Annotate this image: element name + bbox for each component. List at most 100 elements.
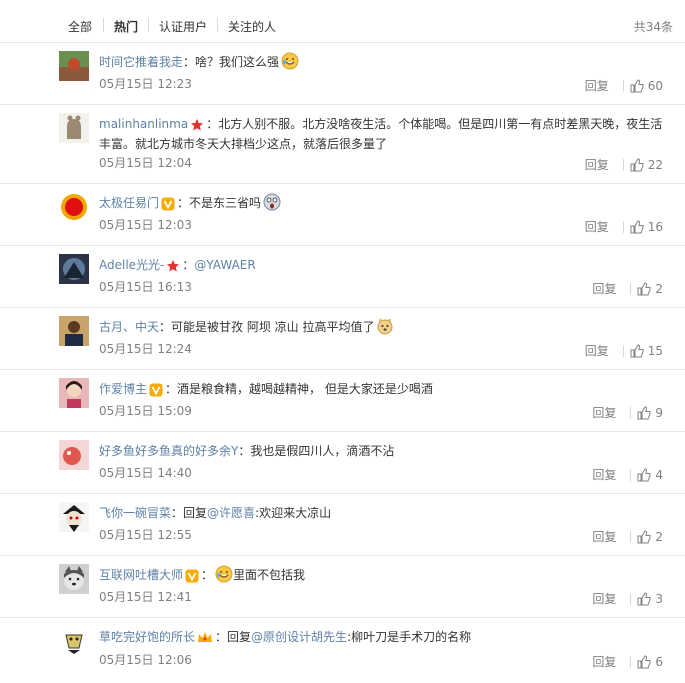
comment-username[interactable]: 作爱博主 (99, 382, 147, 396)
avatar[interactable] (59, 626, 89, 656)
tab-divider (148, 18, 149, 32)
reply-prefix: 回复 (183, 506, 208, 520)
colon: ： (171, 506, 184, 520)
tab-all[interactable]: 全部 (68, 18, 92, 35)
avatar[interactable] (59, 502, 89, 532)
like-count: 4 (655, 467, 663, 482)
comment-item: 好多鱼好多鱼真的好多余Y：我也是假四川人，滴酒不沾 05月15日 14:40 回… (0, 432, 685, 494)
comment-time: 05月15日 12:41 (99, 590, 192, 604)
reply-button[interactable]: 回复 (592, 653, 616, 670)
like-button[interactable]: 60 (630, 79, 663, 93)
like-button[interactable]: 15 (630, 344, 663, 358)
colon: ： (215, 630, 228, 644)
comment-username[interactable]: Adelle光光- (99, 258, 164, 272)
like-button[interactable]: 2 (637, 282, 663, 296)
colon: ： (238, 444, 251, 458)
comment-item: 古月、中天：可能是被甘孜 阿坝 凉山 拉高平均值了 05月15日 12:24 回… (0, 308, 685, 370)
comment-item: 作爱博主 ：酒是粮食精，越喝越精神， 但是大家还是少喝酒 05月15日 15:09… (0, 370, 685, 432)
thumbs-up-icon (630, 78, 644, 92)
like-count: 2 (655, 529, 663, 544)
like-button[interactable]: 9 (637, 406, 663, 420)
reply-button[interactable]: 回复 (592, 280, 616, 297)
reply-button[interactable]: 回复 (592, 590, 616, 607)
comment-item: 时间它推着我走：啥？我们这么强 05月15日 12:23 回复 60 (0, 43, 685, 105)
thumbs-up-icon (637, 467, 651, 481)
colon: ： (182, 258, 195, 272)
reply-button[interactable]: 回复 (585, 342, 609, 359)
comment-time: 05月15日 12:23 (99, 77, 192, 91)
mention-link[interactable]: @许愿喜 (207, 506, 255, 520)
comment-text: 里面不包括我 (233, 568, 306, 582)
comment-username[interactable]: 互联网吐槽大师 (99, 568, 183, 582)
tab-following[interactable]: 关注的人 (228, 18, 276, 35)
comment-text: :柳叶刀是手术刀的名称 (347, 630, 472, 644)
filter-tabs: 全部 热门 认证用户 关注的人 共34条 (0, 0, 685, 43)
colon: ： (159, 320, 172, 334)
like-button[interactable]: 2 (637, 530, 663, 544)
action-divider (630, 530, 632, 543)
colon: ： (177, 196, 190, 210)
avatar[interactable] (59, 51, 89, 81)
comment-time: 05月15日 14:40 (99, 466, 192, 480)
avatar[interactable] (59, 192, 89, 222)
comment-time: 05月15日 12:24 (99, 342, 192, 356)
comment-username[interactable]: 古月、中天 (99, 320, 159, 334)
comment-text: 不是东三省吗 (189, 196, 262, 210)
verified-v-badge-icon (161, 197, 175, 210)
comment-username[interactable]: 时间它推着我走 (99, 55, 183, 69)
like-button[interactable]: 3 (637, 592, 663, 606)
tab-verified-users[interactable]: 认证用户 (159, 18, 207, 35)
crown-badge-icon (198, 631, 213, 642)
like-button[interactable]: 6 (637, 655, 663, 669)
comment-text: 可能是被甘孜 阿坝 凉山 拉高平均值了 (171, 320, 375, 334)
action-divider (630, 592, 632, 605)
like-count: 9 (655, 405, 663, 420)
avatar[interactable] (59, 113, 89, 143)
like-count: 6 (655, 654, 663, 669)
shocked-face-emoji-icon (263, 193, 281, 211)
total-count: 共34条 (633, 20, 673, 34)
reply-button[interactable]: 回复 (592, 466, 616, 483)
comment-time: 05月15日 12:06 (99, 653, 192, 667)
star-badge-icon (191, 118, 204, 130)
like-button[interactable]: 16 (630, 220, 663, 234)
like-button[interactable]: 4 (637, 468, 663, 482)
like-count: 22 (647, 157, 663, 172)
mention-link[interactable]: @YAWAER (194, 258, 255, 272)
avatar[interactable] (59, 316, 89, 346)
colon: ： (206, 117, 219, 131)
tab-divider (103, 18, 104, 32)
avatar[interactable] (59, 378, 89, 408)
comment-item: malinhanlinma ：北方人别不服。北方没啥夜生活。个体能喝。但是四川第一… (0, 105, 685, 184)
avatar[interactable] (59, 440, 89, 470)
tab-hot[interactable]: 热门 (114, 18, 138, 35)
reply-button[interactable]: 回复 (592, 528, 616, 545)
reply-button[interactable]: 回复 (592, 404, 616, 421)
comment-text: 啥？我们这么强 (195, 55, 280, 69)
avatar[interactable] (59, 564, 89, 594)
action-divider (630, 655, 632, 668)
comment-username[interactable]: 草吃完好饱的所长 (99, 630, 195, 644)
thumbs-up-icon (630, 343, 644, 357)
reply-button[interactable]: 回复 (585, 77, 609, 94)
reply-button[interactable]: 回复 (585, 156, 609, 173)
comment-time: 05月15日 15:09 (99, 404, 192, 418)
comment-item: 飞你一碗冒菜：回复@许愿喜:欢迎来大凉山 05月15日 12:55 回复 2 (0, 494, 685, 556)
comment-text: 酒是粮食精，越喝越精神， 但是大家还是少喝酒 (177, 382, 433, 396)
comment-username[interactable]: 太极任易门 (99, 196, 159, 210)
comment-item: Adelle光光- ：@YAWAER 05月15日 16:13 回复 2 (0, 246, 685, 308)
avatar[interactable] (59, 254, 89, 284)
comment-item: 互联网吐槽大师 ： 里面不包括我 05月15日 12:41 回复 3 (0, 556, 685, 618)
thumbs-up-icon (637, 529, 651, 543)
action-divider (622, 79, 624, 92)
reply-button[interactable]: 回复 (585, 218, 609, 235)
comment-username[interactable]: malinhanlinma (99, 117, 188, 131)
action-divider (622, 344, 624, 357)
comment-username[interactable]: 飞你一碗冒菜 (99, 506, 171, 520)
mention-link[interactable]: @原创设计胡先生 (251, 630, 347, 644)
thumbs-up-icon (637, 405, 651, 419)
comment-time: 05月15日 12:04 (99, 156, 192, 170)
comment-username[interactable]: 好多鱼好多鱼真的好多余Y (99, 444, 238, 458)
like-count: 15 (647, 343, 663, 358)
like-button[interactable]: 22 (630, 158, 663, 172)
